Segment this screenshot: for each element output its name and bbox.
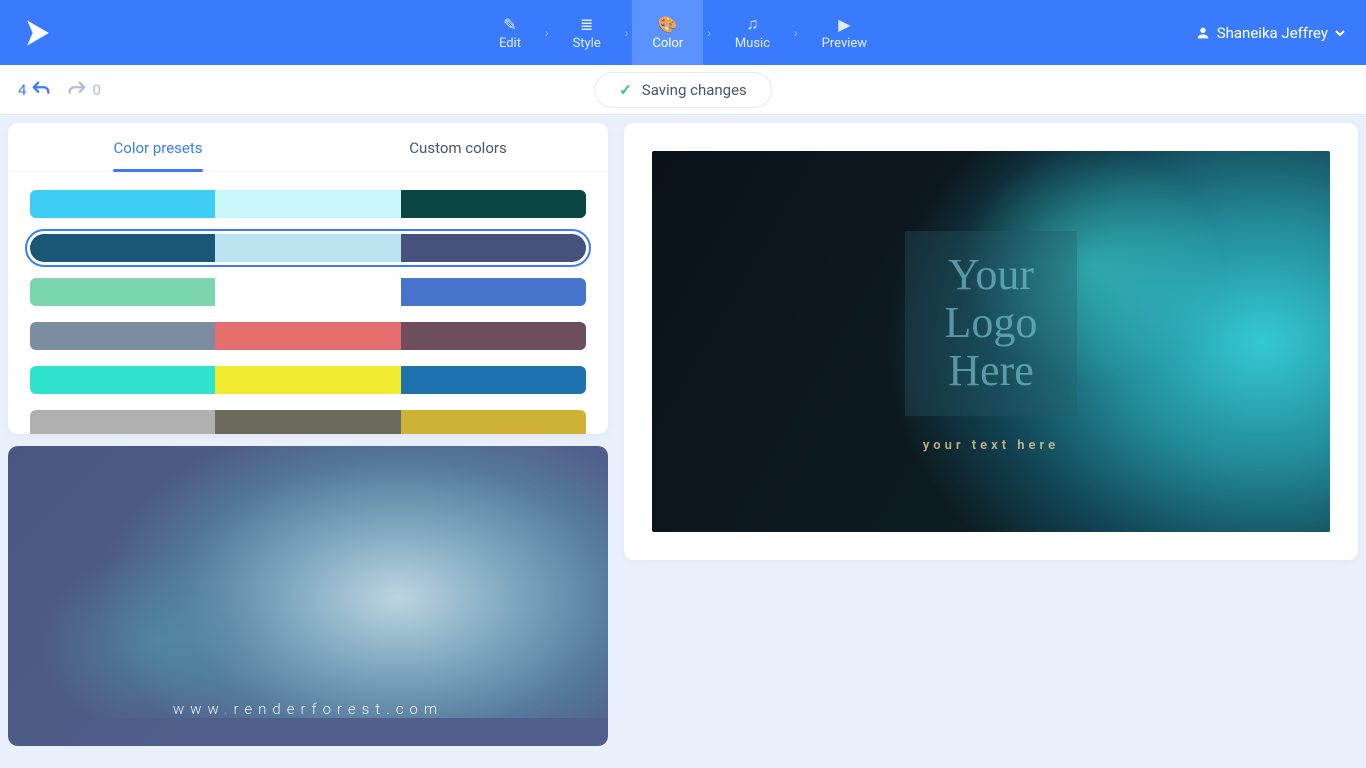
smoke-effect [8, 446, 608, 718]
style-icon: ≣ [580, 15, 593, 34]
chevron-right-icon: › [621, 26, 633, 40]
color-swatch [30, 366, 215, 394]
main-preview-card: Your Logo Here your text here [624, 123, 1358, 560]
workspace: Color presets Custom colors www.renderfo… [0, 115, 1366, 768]
toolbar: 4 0 ✓ Saving changes [0, 65, 1366, 115]
logo-text-line: Your [945, 251, 1038, 299]
tab-custom-colors[interactable]: Custom colors [308, 123, 608, 171]
color-preset-row[interactable] [30, 234, 586, 262]
color-swatch [30, 322, 215, 350]
color-swatch [401, 322, 586, 350]
undo-icon [30, 79, 52, 101]
nav-step-label: Edit [499, 36, 521, 51]
preview-subtext: your text here [923, 438, 1059, 453]
logo-text-line: Logo [945, 299, 1038, 347]
edit-icon: ✎ [503, 15, 516, 34]
nav-step-label: Preview [822, 36, 867, 51]
redo-button: 0 [66, 79, 100, 101]
color-preset-row[interactable] [30, 322, 586, 350]
undo-count: 4 [18, 81, 26, 99]
color-icon: 🎨 [658, 15, 678, 34]
save-status-pill: ✓ Saving changes [594, 72, 772, 108]
nav-step-label: Music [735, 36, 770, 51]
left-column: Color presets Custom colors www.renderfo… [8, 123, 608, 760]
checkmark-icon: ✓ [619, 81, 632, 99]
color-preset-row[interactable] [30, 190, 586, 218]
nav-step-edit[interactable]: ✎ Edit [479, 0, 541, 65]
nav-step-color[interactable]: 🎨 Color [632, 0, 703, 65]
color-swatch [215, 278, 400, 306]
color-swatch [30, 190, 215, 218]
user-name: Shaneika Jeffrey [1217, 24, 1328, 42]
color-swatch [401, 234, 586, 262]
color-preset-row[interactable] [30, 278, 586, 306]
redo-count: 0 [92, 81, 100, 99]
chevron-right-icon: › [703, 26, 715, 40]
app-logo[interactable] [20, 13, 60, 53]
undo-redo-group: 4 0 [18, 79, 101, 101]
nav-step-music[interactable]: ♫ Music [715, 0, 790, 65]
color-swatch [30, 278, 215, 306]
color-swatch [215, 410, 400, 434]
color-swatch [215, 322, 400, 350]
color-swatch [215, 234, 400, 262]
right-column: Your Logo Here your text here [624, 123, 1358, 760]
color-tabs: Color presets Custom colors [8, 123, 608, 172]
user-menu[interactable]: Shaneika Jeffrey [1195, 24, 1346, 42]
color-swatch [401, 190, 586, 218]
color-swatch [215, 366, 400, 394]
nav-step-preview[interactable]: ▶ Preview [802, 0, 887, 65]
redo-icon [66, 79, 88, 101]
color-swatch [215, 190, 400, 218]
undo-button[interactable]: 4 [18, 79, 52, 101]
nav-step-style[interactable]: ≣ Style [553, 0, 621, 65]
color-swatch [401, 278, 586, 306]
chevron-down-icon [1334, 27, 1346, 39]
user-icon [1195, 25, 1211, 41]
presets-list[interactable] [8, 172, 608, 434]
preview-thumbnail[interactable]: www.renderforest.com [8, 446, 608, 746]
preview-url-text: www.renderforest.com [173, 700, 443, 718]
preview-icon: ▶ [838, 15, 850, 34]
nav-step-label: Color [652, 36, 683, 51]
color-swatch [401, 410, 586, 434]
logo-placeholder: Your Logo Here [905, 231, 1078, 416]
nav-steps: ✎ Edit › ≣ Style › 🎨 Color › ♫ Music › ▶ Preview [479, 0, 887, 65]
music-icon: ♫ [746, 14, 758, 34]
color-panel: Color presets Custom colors [8, 123, 608, 434]
color-swatch [30, 234, 215, 262]
chevron-right-icon: › [790, 26, 802, 40]
app-header: ✎ Edit › ≣ Style › 🎨 Color › ♫ Music › ▶ Preview Shan… [0, 0, 1366, 65]
tab-color-presets[interactable]: Color presets [8, 123, 308, 171]
nav-step-label: Style [573, 36, 601, 51]
chevron-right-icon: › [541, 26, 553, 40]
color-preset-row[interactable] [30, 410, 586, 434]
logo-text-line: Here [945, 347, 1038, 395]
save-status-text: Saving changes [642, 81, 747, 99]
color-preset-row[interactable] [30, 366, 586, 394]
main-preview[interactable]: Your Logo Here your text here [652, 151, 1330, 532]
color-swatch [401, 366, 586, 394]
color-swatch [30, 410, 215, 434]
